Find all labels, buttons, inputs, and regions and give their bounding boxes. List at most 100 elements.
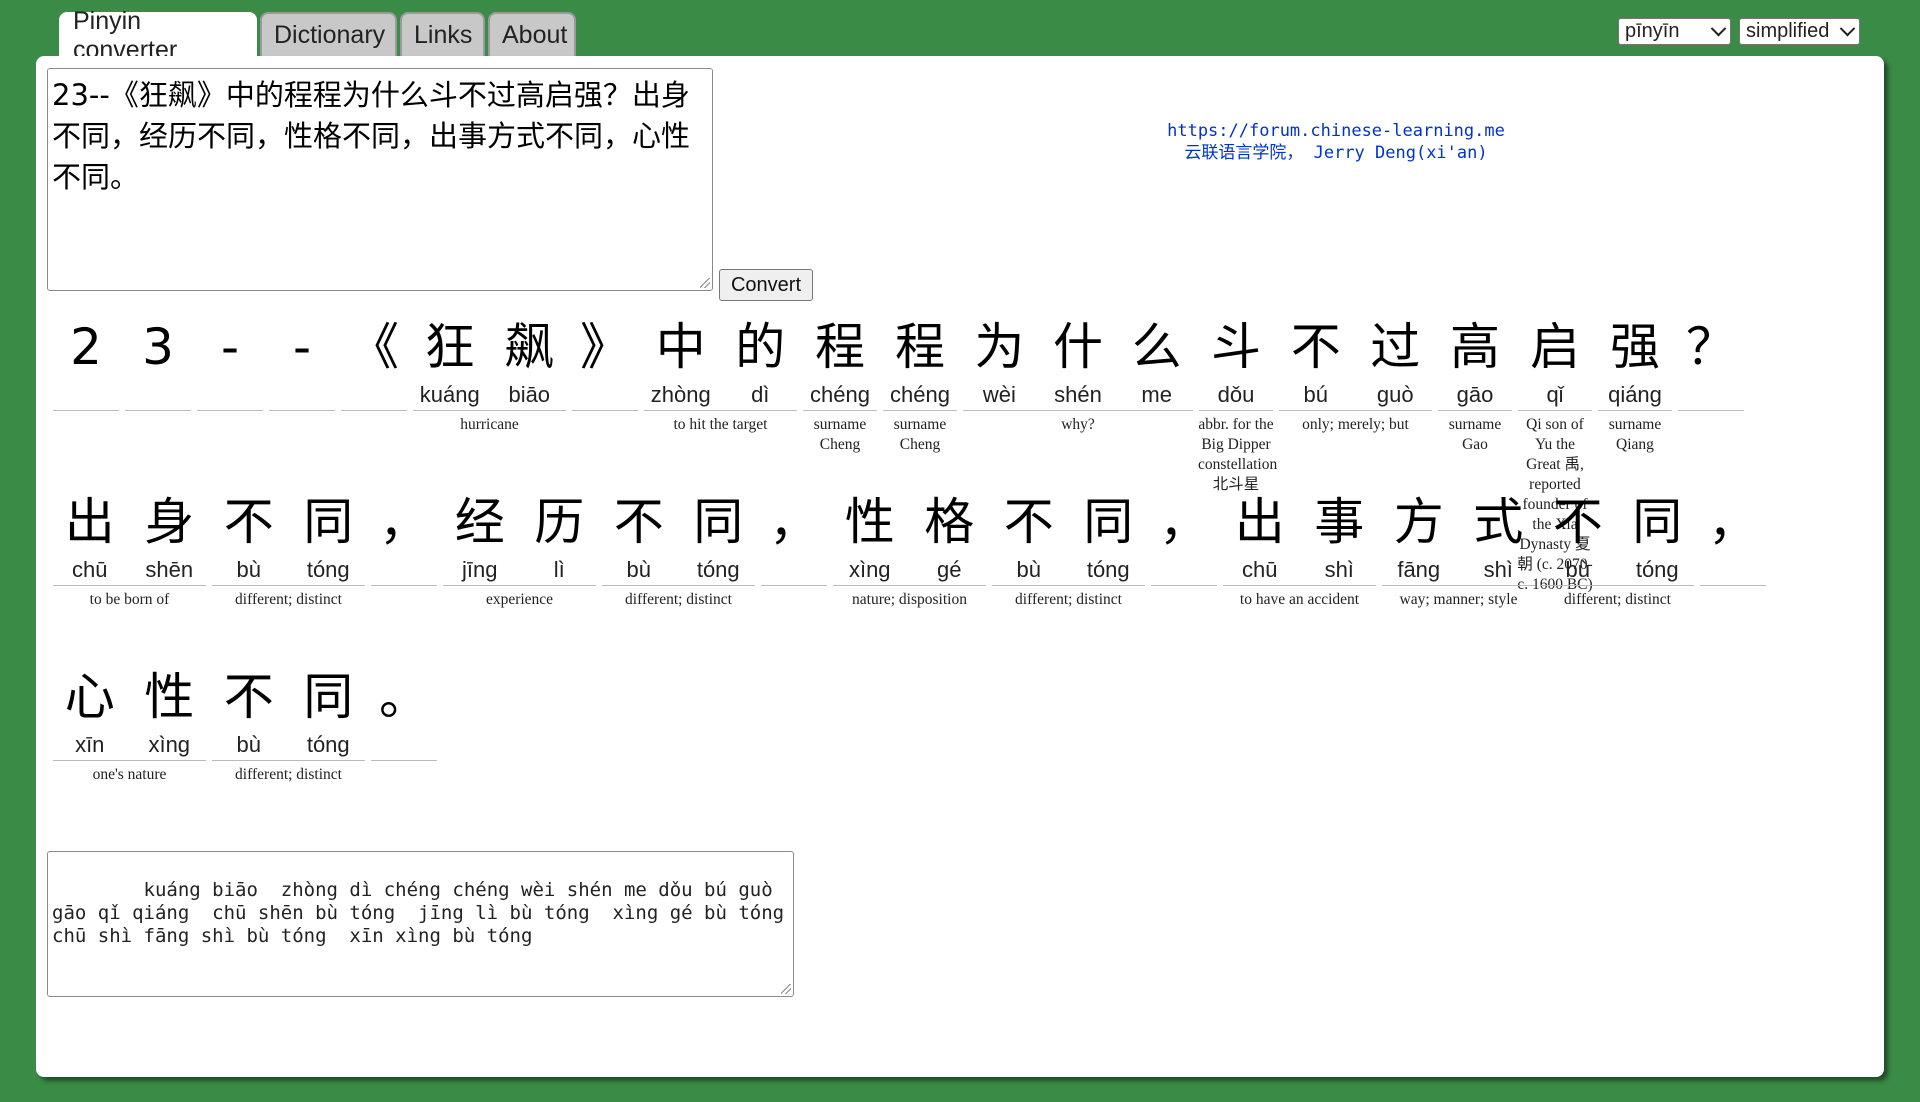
char-cell: 不 bù bbox=[209, 664, 289, 760]
definition: different; distinct bbox=[1015, 591, 1122, 608]
word-chars: 不 bù 同 tóng bbox=[1538, 489, 1697, 585]
word-group[interactable]: 程 chéng surname Cheng bbox=[880, 314, 960, 455]
word-group[interactable]: 强 qiáng surname Qiang bbox=[1595, 314, 1675, 455]
word-group[interactable]: 不 bù 同 tóng different; distinct bbox=[209, 489, 368, 610]
word-chars: ， bbox=[368, 489, 440, 585]
resize-grip-icon[interactable] bbox=[781, 984, 791, 994]
word-group[interactable]: 不 bù 同 tóng different; distinct bbox=[989, 489, 1148, 610]
pinyin-mode-value: pīnyīn bbox=[1625, 20, 1680, 42]
word-group[interactable]: 《 bbox=[338, 314, 410, 435]
word-chars: 性 xìng 格 gé bbox=[830, 489, 989, 585]
pinyin: tóng bbox=[1086, 557, 1130, 582]
hanzi: 不 bbox=[1003, 493, 1054, 551]
definition: surname Gao bbox=[1448, 416, 1502, 453]
tab-pinyin-converter[interactable]: Pinyin converter bbox=[59, 7, 257, 64]
pinyin: bù bbox=[236, 557, 261, 582]
hanzi: 性 bbox=[844, 493, 895, 551]
chinese-input-textarea[interactable]: 23--《狂飙》中的程程为什么斗不过高启强？出身不同，经历不同，性格不同，出事方… bbox=[47, 68, 713, 291]
pinyin-output-textarea[interactable]: kuáng biāo zhòng dì chéng chéng wèi shén… bbox=[47, 851, 794, 997]
word-group[interactable]: 》 bbox=[569, 314, 641, 435]
word-group[interactable]: 出 chū 身 shēn to be born of bbox=[50, 489, 209, 610]
word-group[interactable]: 高 gāo surname Gao bbox=[1435, 314, 1515, 455]
word-group[interactable]: 出 chū 事 shì to have an accident bbox=[1220, 489, 1379, 610]
word-chars: 不 bù 同 tóng bbox=[989, 489, 1148, 585]
char-cell: 启 qǐ bbox=[1515, 314, 1595, 410]
word-chars: 不 bù 同 tóng bbox=[599, 489, 758, 585]
word-chars: 启 qǐ bbox=[1515, 314, 1595, 410]
definition bbox=[368, 761, 440, 785]
hanzi: 不 bbox=[1290, 318, 1341, 376]
char-cell: 不 bù bbox=[599, 489, 679, 585]
pinyin: xìng bbox=[848, 557, 891, 582]
word-group[interactable]: - bbox=[194, 314, 266, 435]
tab-about[interactable]: About bbox=[488, 12, 576, 56]
word-group[interactable]: 经 jīng 历 lì experience bbox=[440, 489, 599, 610]
char-cell: 格 gé bbox=[910, 489, 990, 585]
word-group[interactable]: 性 xìng 格 gé nature; disposition bbox=[830, 489, 989, 610]
char-cell: 同 tóng bbox=[1069, 489, 1149, 585]
convert-button[interactable]: Convert bbox=[719, 269, 813, 301]
tab-dictionary[interactable]: Dictionary bbox=[260, 12, 397, 56]
word-group[interactable]: 不 bù 同 tóng different; distinct bbox=[209, 664, 368, 785]
word-group[interactable]: ， bbox=[758, 489, 830, 610]
pinyin: chéng bbox=[810, 382, 870, 407]
script-select[interactable]: simplified bbox=[1739, 18, 1860, 45]
hanzi: 方 bbox=[1393, 493, 1444, 551]
word-group[interactable]: 不 bú 过 guò only; merely; but bbox=[1276, 314, 1435, 435]
word-chars: 。 bbox=[368, 664, 440, 760]
resize-grip-icon[interactable] bbox=[700, 278, 710, 288]
definition bbox=[1675, 411, 1747, 435]
pinyin: guò bbox=[1376, 382, 1414, 407]
word-group[interactable]: - bbox=[266, 314, 338, 435]
definition: way; manner; style bbox=[1399, 591, 1518, 608]
credits-author: 云联语言学院， Jerry Deng(xi'an) bbox=[1184, 143, 1488, 163]
hanzi: 性 bbox=[144, 668, 195, 726]
hanzi: 》 bbox=[580, 318, 630, 376]
chevron-down-icon bbox=[1710, 20, 1727, 37]
word-chars: ， bbox=[1148, 489, 1220, 585]
word-group[interactable]: 心 xīn 性 xìng one's nature bbox=[50, 664, 209, 785]
definition: different; distinct bbox=[1564, 591, 1671, 608]
char-cell: 过 guò bbox=[1356, 314, 1436, 410]
word-group[interactable]: 为 wèi 什 shén 么 me why? bbox=[960, 314, 1196, 435]
word-chars: ， bbox=[758, 489, 830, 585]
char-cell: - bbox=[266, 314, 338, 410]
definition: surname Cheng bbox=[813, 416, 867, 453]
word-group[interactable]: ， bbox=[1697, 489, 1769, 610]
definition: only; merely; but bbox=[1302, 416, 1409, 433]
hanzi: 同 bbox=[1083, 493, 1134, 551]
char-cell: ， bbox=[1697, 489, 1769, 585]
word-chars: 不 bú 过 guò bbox=[1276, 314, 1435, 410]
definition: to have an accident bbox=[1239, 591, 1360, 608]
tab-links[interactable]: Links bbox=[400, 12, 485, 56]
word-group[interactable]: 程 chéng surname Cheng bbox=[800, 314, 880, 455]
word-group[interactable]: 方 fāng 式 shì way; manner; style bbox=[1379, 489, 1538, 610]
hanzi: 式 bbox=[1473, 493, 1524, 551]
word-group[interactable]: 3 bbox=[122, 314, 194, 435]
word-group[interactable]: 中 zhòng 的 dì to hit the target bbox=[641, 314, 800, 435]
word-group[interactable]: 狂 kuáng 飙 biāo hurricane bbox=[410, 314, 569, 435]
word-group[interactable]: 斗 dǒu abbr. for the Big Dipper constellati… bbox=[1196, 314, 1277, 495]
pinyin: lì bbox=[553, 557, 565, 582]
word-group[interactable]: 。 bbox=[368, 664, 440, 785]
definition: different; distinct bbox=[235, 766, 342, 783]
hanzi: 身 bbox=[144, 493, 195, 551]
word-group[interactable]: ？ bbox=[1675, 314, 1747, 435]
word-group[interactable]: 2 bbox=[50, 314, 122, 435]
char-cell: 经 jīng bbox=[440, 489, 520, 585]
word-group[interactable]: 不 bù 同 tóng different; distinct bbox=[599, 489, 758, 610]
word-chars: 3 bbox=[122, 314, 194, 410]
pinyin: shēn bbox=[145, 557, 194, 582]
forum-link[interactable]: https://forum.chinese-learning.me bbox=[1036, 120, 1636, 142]
word-group[interactable]: 不 bù 同 tóng different; distinct bbox=[1538, 489, 1697, 610]
pinyin: shén bbox=[1054, 382, 1102, 407]
pinyin-mode-select[interactable]: pīnyīn bbox=[1618, 18, 1731, 45]
definition: different; distinct bbox=[235, 591, 342, 608]
char-cell: 出 chū bbox=[1220, 489, 1300, 585]
credits: https://forum.chinese-learning.me 云联语言学院… bbox=[1036, 120, 1636, 164]
hanzi: 为 bbox=[974, 318, 1025, 376]
char-cell: ， bbox=[1148, 489, 1220, 585]
word-group[interactable]: ， bbox=[368, 489, 440, 610]
char-cell: 什 shén bbox=[1039, 314, 1118, 410]
word-group[interactable]: ， bbox=[1148, 489, 1220, 610]
